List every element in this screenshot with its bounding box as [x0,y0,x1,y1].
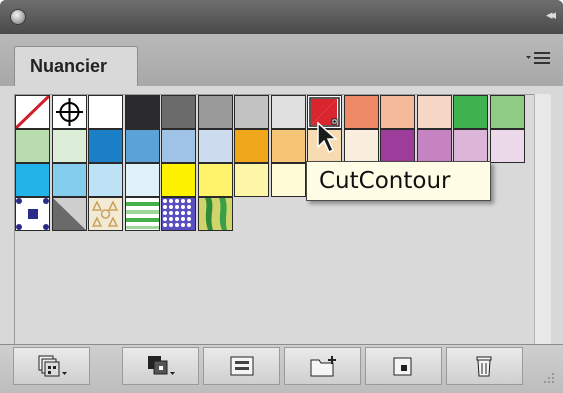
swatch-library-menu-button[interactable] [13,347,90,385]
swatch-peach[interactable] [380,95,415,129]
swatch-list[interactable] [14,94,534,345]
swatches-panel: ◂◂ Nuancier CutContour [0,0,563,393]
swatch-area [0,86,563,345]
panel-menu-icon[interactable] [525,49,551,69]
scrollbar[interactable] [534,94,551,344]
swatch-light-yellow[interactable] [197,163,233,197]
swatch-gray-75[interactable] [161,95,196,129]
show-swatch-kinds-button[interactable] [122,347,199,385]
swatch-pale-yellow[interactable] [234,163,269,197]
swatch-white[interactable] [88,95,123,129]
panel-bottom-bar [0,344,563,393]
swatch-light-green[interactable] [489,95,525,129]
collapse-icon[interactable]: ◂◂ [546,8,556,23]
swatch-pattern-stars[interactable] [88,197,123,231]
swatch-gray-25[interactable] [234,95,269,129]
swatch-mint-white[interactable] [51,129,87,163]
swatch-light-blue[interactable] [161,129,196,163]
swatch-pattern-foliage[interactable] [197,197,233,231]
swatch-light-cyan[interactable] [51,163,87,197]
swatch-orange-salmon[interactable] [343,95,379,129]
resize-grip-icon[interactable] [541,372,555,386]
swatch-yellow[interactable] [161,163,196,197]
new-swatch-button[interactable] [365,347,442,385]
swatch-blue[interactable] [88,129,123,163]
swatch-options-button[interactable] [203,347,280,385]
swatch-registration[interactable] [51,95,87,129]
swatch-pattern-stripes-green[interactable] [124,197,160,231]
swatch-amber[interactable] [234,129,269,163]
swatch-gray-10[interactable] [270,95,306,129]
swatch-light-amber[interactable] [270,129,306,163]
pointer-cursor-icon [317,121,338,154]
swatch-pattern-dots-blue[interactable] [15,197,50,231]
tooltip-text: CutContour [319,168,451,194]
swatch-ivory[interactable] [270,163,306,197]
new-color-group-button[interactable] [284,347,361,385]
swatch-pale-green[interactable] [15,129,50,163]
swatch-tooltip: CutContour [306,161,491,201]
swatch-cream-light[interactable] [343,129,379,163]
delete-swatch-button[interactable] [446,347,523,385]
swatch-black[interactable] [124,95,160,129]
swatch-gray-50[interactable] [197,95,233,129]
swatch-pale-cyan[interactable] [88,163,123,197]
swatch-lilac[interactable] [453,129,488,163]
swatch-ice[interactable] [124,163,160,197]
panel-tabstrip: Nuancier [0,34,563,88]
swatch-sky-blue[interactable] [124,129,160,163]
swatch-pale-blue[interactable] [197,129,233,163]
swatch-pattern-dots-grid[interactable] [161,197,196,231]
tab-nuancier[interactable]: Nuancier [14,46,138,88]
swatch-green[interactable] [453,95,488,129]
swatch-pale-lilac[interactable] [489,129,525,163]
swatch-pattern-triangles[interactable] [51,197,87,231]
swatch-light-peach[interactable] [416,95,452,129]
close-icon[interactable] [10,9,26,25]
swatch-none[interactable] [14,94,51,130]
tab-label: Nuancier [30,56,108,76]
panel-titlebar[interactable]: ◂◂ [0,0,563,34]
swatch-orchid[interactable] [416,129,452,163]
swatch-purple[interactable] [380,129,415,163]
swatch-cyan[interactable] [15,163,50,197]
